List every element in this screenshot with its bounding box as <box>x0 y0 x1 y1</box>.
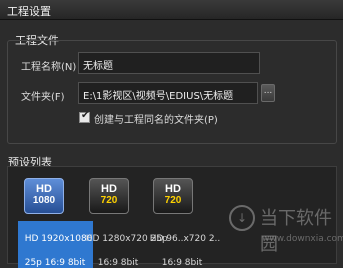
preset-label-line2: 16:9 8bit <box>161 258 203 268</box>
title-bar: 工程设置 <box>0 0 343 20</box>
folder-path-input[interactable]: E:\1影视区\视频号\EDIUS\无标题 <box>78 82 258 104</box>
preset-label-line1: HD 96..x720 2.. <box>149 234 221 244</box>
watermark-logo-icon: ↓ <box>229 205 255 231</box>
preset-label-line2: 25p 16:9 8bit <box>24 258 86 268</box>
preset-icon-hd-text: HD <box>101 183 117 195</box>
preset-icon-hd-text: HD <box>165 183 181 195</box>
watermark-text: 当下软件园 <box>260 208 332 255</box>
folder-label: 文件夹(F) <box>21 92 65 103</box>
project-name-label: 工程名称(N) <box>21 62 77 73</box>
preset-icon-resolution-text: 1080 <box>32 195 56 206</box>
watermark-url: www.downxia.com <box>262 234 343 244</box>
hd720-preset-icon[interactable]: HD 720 <box>89 178 129 214</box>
preset-icon-resolution-text: 720 <box>100 195 118 206</box>
preset-label-line2: 16:9 8bit <box>97 258 139 268</box>
hd720-preset-icon[interactable]: HD 720 <box>153 178 193 214</box>
create-folder-label: 创建与工程同名的文件夹(P) <box>94 115 218 126</box>
browse-folder-button[interactable]: ... <box>261 84 275 102</box>
window-title: 工程设置 <box>7 5 51 18</box>
project-name-input[interactable]: 无标题 <box>78 52 260 74</box>
preset-icon-hd-text: HD <box>36 183 52 195</box>
checkmark-icon: ✔ <box>81 110 90 121</box>
hd1080-preset-icon[interactable]: HD 1080 <box>24 178 64 214</box>
create-folder-checkbox[interactable]: ✔ <box>79 110 90 123</box>
preset-item-label[interactable]: HD 96..x720 2.. 16:9 8bit <box>144 221 221 268</box>
preset-icon-resolution-text: 720 <box>164 195 182 206</box>
